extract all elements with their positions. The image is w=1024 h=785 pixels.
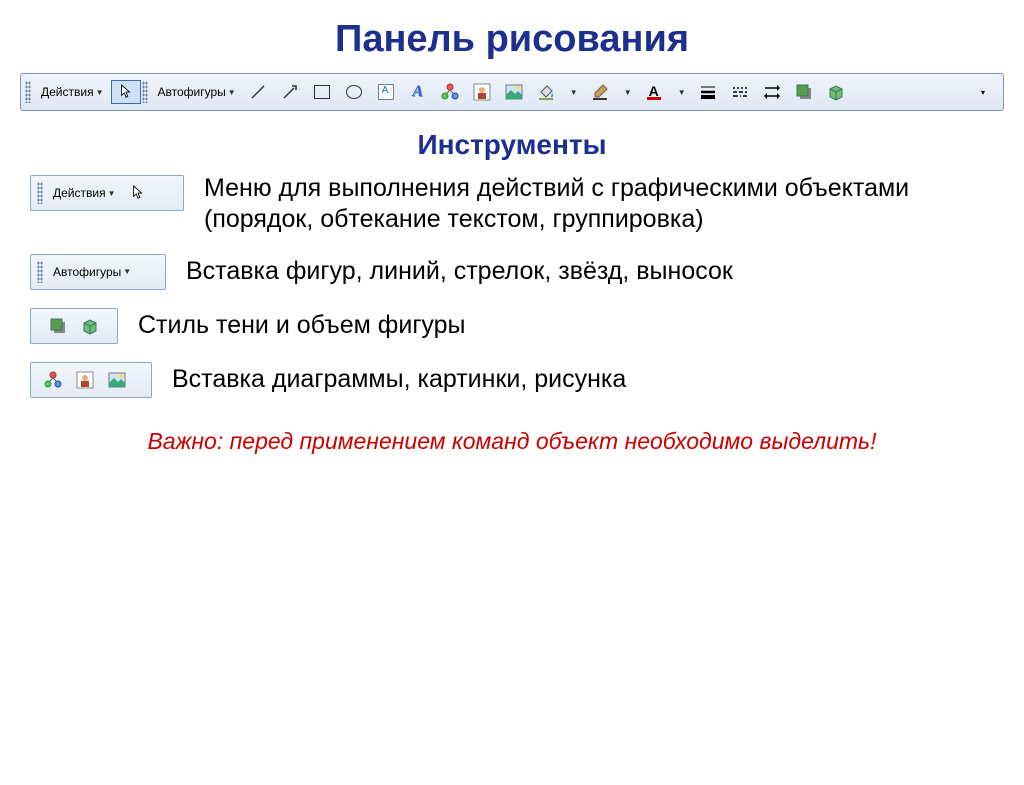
dropdown-arrow-icon: ▼: [96, 88, 104, 97]
line-weight-button[interactable]: [693, 80, 723, 104]
dropdown-arrow-icon: ▼: [123, 267, 131, 276]
drawing-toolbar: Действия ▼ Автофигуры ▼ A ▼ ▼ A ▼: [20, 73, 1004, 111]
line-color-button[interactable]: [585, 80, 615, 104]
shadow-3d-toolbar-sample: [30, 308, 118, 344]
oval-button[interactable]: [339, 80, 369, 104]
diagram-button[interactable]: [38, 368, 68, 392]
brush-icon: [591, 83, 609, 101]
cube-icon: [81, 317, 99, 335]
dropdown-arrow-icon: ▼: [108, 189, 116, 198]
diagram-icon: [441, 83, 459, 101]
insert-toolbar-sample: [30, 362, 152, 398]
clipart-button[interactable]: [70, 368, 100, 392]
dash-style-button[interactable]: [725, 80, 755, 104]
picture-button[interactable]: [499, 80, 529, 104]
dropdown-arrow-icon: ▼: [228, 88, 236, 97]
fill-color-button[interactable]: [531, 80, 561, 104]
oval-icon: [346, 85, 362, 99]
shadow-icon: [49, 317, 67, 335]
picture-icon: [505, 83, 523, 101]
actions-menu-label: Действия: [41, 85, 94, 99]
actions-description: Меню для выполнения действий с графическ…: [204, 173, 964, 236]
arrow-style-button[interactable]: [757, 80, 787, 104]
toolbar-grip[interactable]: [25, 81, 31, 103]
actions-menu-button[interactable]: Действия ▼: [36, 80, 109, 104]
3d-style-button[interactable]: [75, 314, 105, 338]
autoshapes-menu-label: Автофигуры: [53, 265, 121, 279]
font-color-icon: A: [647, 85, 661, 100]
line-color-dropdown[interactable]: ▼: [617, 80, 637, 104]
tool-description-row: Автофигуры ▼ Вставка фигур, линий, стрел…: [30, 254, 994, 290]
autoshapes-menu-label: Автофигуры: [158, 85, 226, 99]
cursor-icon: [119, 84, 133, 100]
tool-description-row: Стиль тени и объем фигуры: [30, 308, 994, 344]
wordart-button[interactable]: A: [403, 80, 433, 104]
diagram-icon: [44, 371, 62, 389]
textbox-button[interactable]: [371, 80, 401, 104]
actions-toolbar-sample: Действия ▼: [30, 175, 184, 211]
chevron-down-icon: ▾: [981, 88, 985, 97]
toolbar-grip-2[interactable]: [142, 81, 148, 103]
tool-description-row: Вставка диаграммы, картинки, рисунка: [30, 362, 994, 398]
dropdown-arrow-icon: ▼: [678, 88, 686, 97]
3d-style-button[interactable]: [821, 80, 851, 104]
important-note: Важно: перед применением команд объект н…: [0, 428, 1024, 455]
clipart-button[interactable]: [467, 80, 497, 104]
dropdown-arrow-icon: ▼: [570, 88, 578, 97]
wordart-icon: A: [412, 83, 423, 101]
actions-menu-button[interactable]: Действия ▼: [48, 181, 121, 205]
rectangle-icon: [314, 85, 330, 99]
paint-bucket-icon: [537, 83, 555, 101]
autoshapes-menu-button[interactable]: Автофигуры ▼: [48, 260, 136, 284]
shadow-3d-description: Стиль тени и объем фигуры: [138, 310, 466, 341]
dash-style-icon: [732, 84, 748, 100]
line-icon: [250, 84, 266, 100]
select-objects-button[interactable]: [123, 181, 153, 205]
page-title: Панель рисования: [0, 18, 1024, 61]
autoshapes-toolbar-sample: Автофигуры ▼: [30, 254, 166, 290]
tool-description-row: Действия ▼ Меню для выполнения действий …: [30, 175, 994, 236]
diagram-button[interactable]: [435, 80, 465, 104]
font-color-dropdown[interactable]: ▼: [671, 80, 691, 104]
rectangle-button[interactable]: [307, 80, 337, 104]
arrow-button[interactable]: [275, 80, 305, 104]
picture-button[interactable]: [102, 368, 132, 392]
autoshapes-menu-button[interactable]: Автофигуры ▼: [153, 80, 241, 104]
arrow-icon: [282, 84, 298, 100]
dropdown-arrow-icon: ▼: [624, 88, 632, 97]
toolbar-grip[interactable]: [37, 261, 43, 283]
cursor-icon: [131, 185, 145, 201]
fill-color-dropdown[interactable]: ▼: [563, 80, 583, 104]
section-subtitle: Инструменты: [0, 129, 1024, 161]
clipart-icon: [76, 371, 94, 389]
line-weight-icon: [700, 84, 716, 100]
toolbar-grip[interactable]: [37, 182, 43, 204]
autoshapes-description: Вставка фигур, линий, стрелок, звёзд, вы…: [186, 256, 733, 287]
shadow-style-button[interactable]: [43, 314, 73, 338]
line-button[interactable]: [243, 80, 273, 104]
arrow-style-icon: [763, 84, 781, 100]
textbox-icon: [378, 84, 394, 100]
cube-icon: [827, 83, 845, 101]
toolbar-overflow-button[interactable]: ▾: [968, 80, 998, 104]
clipart-icon: [473, 83, 491, 101]
insert-description: Вставка диаграммы, картинки, рисунка: [172, 364, 626, 395]
actions-menu-label: Действия: [53, 186, 106, 200]
shadow-style-button[interactable]: [789, 80, 819, 104]
font-color-button[interactable]: A: [639, 80, 669, 104]
select-objects-button[interactable]: [111, 80, 141, 104]
shadow-icon: [795, 83, 813, 101]
picture-icon: [108, 371, 126, 389]
